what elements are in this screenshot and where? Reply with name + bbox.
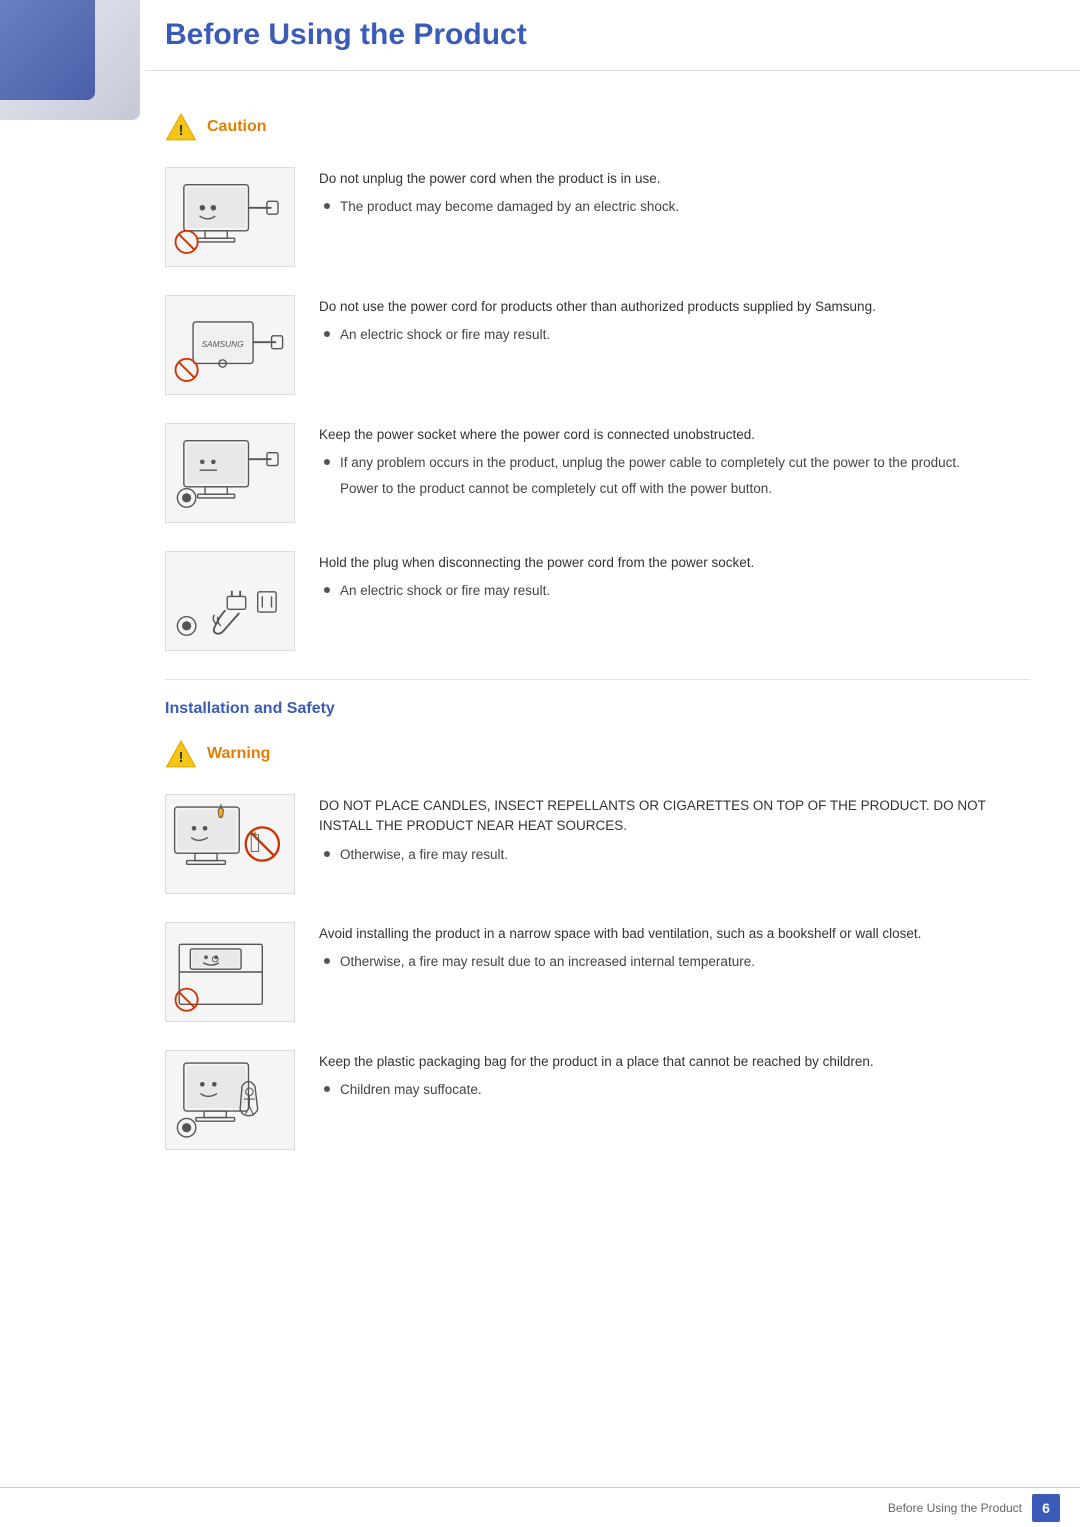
- warning-text-3: Keep the plastic packaging bag for the p…: [319, 1050, 1030, 1106]
- caution-item-3: Keep the power socket where the power co…: [165, 423, 1030, 523]
- bullet-text-4-0: An electric shock or fire may result.: [340, 581, 550, 601]
- bullet-text-w1-0: Otherwise, a fire may result.: [340, 845, 508, 865]
- caution-text-3: Keep the power socket where the power co…: [319, 423, 1030, 507]
- caution-item-4: Hold the plug when disconnecting the pow…: [165, 551, 1030, 651]
- caution-text-4: Hold the plug when disconnecting the pow…: [319, 551, 1030, 607]
- bullet-dot: [324, 331, 330, 337]
- caution-image-2: SAMSUNG: [165, 295, 295, 395]
- svg-text:SAMSUNG: SAMSUNG: [202, 339, 244, 349]
- bullet-text-1-0: The product may become damaged by an ele…: [340, 197, 679, 217]
- caution-image-4: [165, 551, 295, 651]
- sidebar-accent: [0, 0, 95, 100]
- caution-bullet-1-0: The product may become damaged by an ele…: [319, 197, 1030, 217]
- page-number: 6: [1032, 1494, 1060, 1522]
- caution-section-header: ! Caution: [165, 111, 1030, 143]
- page-title: Before Using the Product: [165, 18, 1040, 52]
- caution-item-1: Do not unplug the power cord when the pr…: [165, 167, 1030, 267]
- bullet-dot: [324, 459, 330, 465]
- warning-bullet-1-0: Otherwise, a fire may result.: [319, 845, 1030, 865]
- warning-item-2: Avoid installing the product in a narrow…: [165, 922, 1030, 1022]
- caution-bullet-3-0: If any problem occurs in the product, un…: [319, 453, 1030, 473]
- warning-text-2: Avoid installing the product in a narrow…: [319, 922, 1030, 978]
- caution-main-2: Do not use the power cord for products o…: [319, 297, 1030, 317]
- page-title-bar: Before Using the Product: [145, 0, 1080, 71]
- bullet-text-2-0: An electric shock or fire may result.: [340, 325, 550, 345]
- caution-text-1: Do not unplug the power cord when the pr…: [319, 167, 1030, 223]
- warning-item-1: DO NOT PLACE CANDLES, INSECT REPELLANTS …: [165, 794, 1030, 894]
- bullet-text-w3-0: Children may suffocate.: [340, 1080, 482, 1100]
- page-footer: Before Using the Product 6: [0, 1487, 1080, 1527]
- bullet-text-3-0: If any problem occurs in the product, un…: [340, 453, 960, 473]
- warning-image-2: [165, 922, 295, 1022]
- footer-text: Before Using the Product: [888, 1501, 1022, 1515]
- installation-heading: Installation and Safety: [165, 700, 1030, 718]
- caution-label: Caution: [207, 118, 267, 136]
- svg-text:!: !: [179, 750, 184, 766]
- bullet-dot: [324, 1086, 330, 1092]
- warning-item-3: Keep the plastic packaging bag for the p…: [165, 1050, 1030, 1150]
- caution-triangle-icon: !: [165, 111, 197, 143]
- section-divider: [165, 679, 1030, 680]
- warning-image-1: [165, 794, 295, 894]
- warning-section-header: ! Warning: [165, 738, 1030, 770]
- bullet-text-w2-0: Otherwise, a fire may result due to an i…: [340, 952, 755, 972]
- caution-main-3: Keep the power socket where the power co…: [319, 425, 1030, 445]
- warning-main-3: Keep the plastic packaging bag for the p…: [319, 1052, 1030, 1072]
- caution-bullet-2-0: An electric shock or fire may result.: [319, 325, 1030, 345]
- warning-image-3: [165, 1050, 295, 1150]
- warning-bullet-3-0: Children may suffocate.: [319, 1080, 1030, 1100]
- caution-text-2: Do not use the power cord for products o…: [319, 295, 1030, 351]
- warning-bullet-2-0: Otherwise, a fire may result due to an i…: [319, 952, 1030, 972]
- sidebar-decoration: [0, 0, 140, 120]
- caution-item-2: SAMSUNG Do not use the power cord for pr…: [165, 295, 1030, 395]
- caution-main-1: Do not unplug the power cord when the pr…: [319, 169, 1030, 189]
- bullet-dot: [324, 851, 330, 857]
- warning-triangle-icon: !: [165, 738, 197, 770]
- warning-main-1: DO NOT PLACE CANDLES, INSECT REPELLANTS …: [319, 796, 1030, 837]
- svg-text:!: !: [179, 123, 184, 139]
- caution-image-1: [165, 167, 295, 267]
- warning-text-1: DO NOT PLACE CANDLES, INSECT REPELLANTS …: [319, 794, 1030, 870]
- caution-image-3: [165, 423, 295, 523]
- bullet-dot: [324, 587, 330, 593]
- caution-subnote-3-0: Power to the product cannot be completel…: [319, 479, 1030, 499]
- main-content: ! Caution D: [145, 71, 1080, 1208]
- bullet-dot: [324, 203, 330, 209]
- bullet-dot: [324, 958, 330, 964]
- caution-bullet-4-0: An electric shock or fire may result.: [319, 581, 1030, 601]
- warning-label: Warning: [207, 745, 270, 763]
- warning-main-2: Avoid installing the product in a narrow…: [319, 924, 1030, 944]
- caution-main-4: Hold the plug when disconnecting the pow…: [319, 553, 1030, 573]
